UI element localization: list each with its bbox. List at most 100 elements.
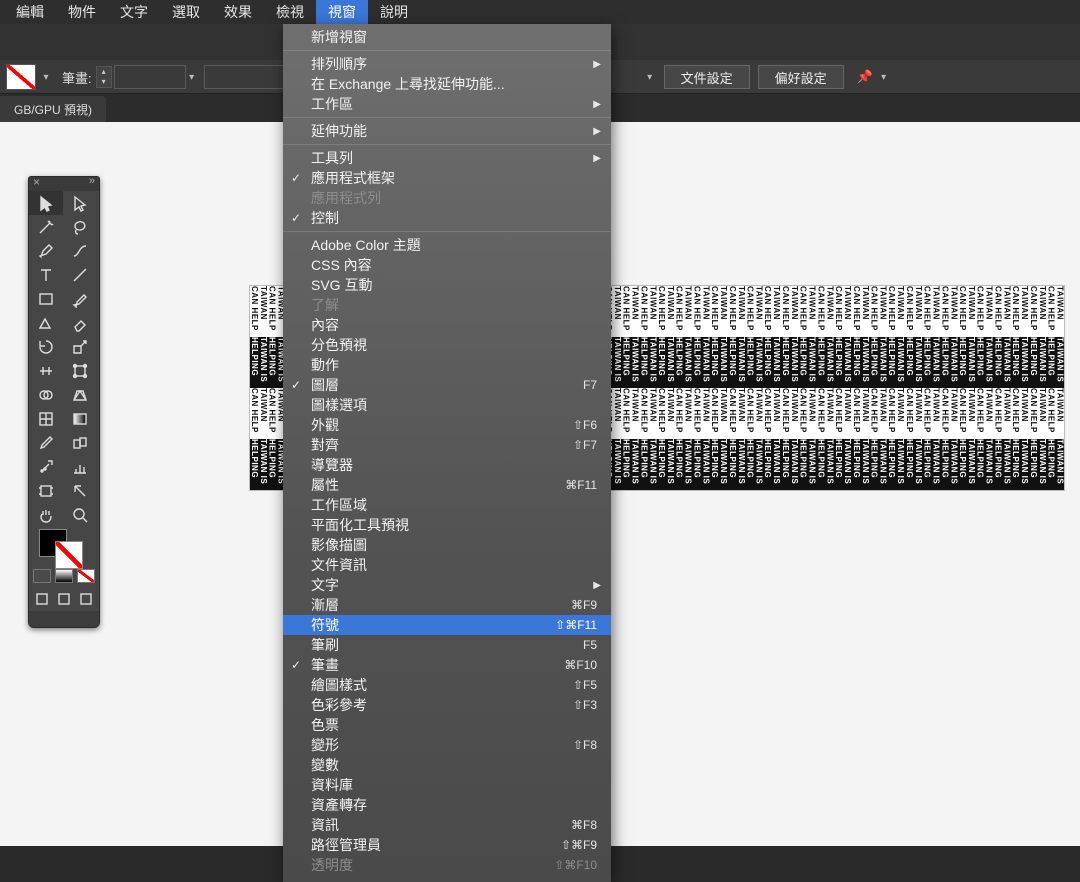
tool-width[interactable] bbox=[29, 359, 63, 383]
menu-item-延伸功能[interactable]: 延伸功能 bbox=[283, 121, 611, 141]
menu-item-動作[interactable]: 動作 bbox=[283, 355, 611, 375]
tool-mesh[interactable] bbox=[29, 407, 63, 431]
menu-item-屬性[interactable]: 屬性⌘F11 bbox=[283, 475, 611, 495]
menu-item-外觀[interactable]: 外觀⇧F6 bbox=[283, 415, 611, 435]
fill-dropdown-icon[interactable]: ▾ bbox=[40, 72, 52, 83]
fill-stroke-swatches[interactable] bbox=[29, 527, 99, 567]
tool-line[interactable] bbox=[63, 263, 97, 287]
mode-draw-normal[interactable] bbox=[31, 587, 53, 611]
color-mode-none[interactable] bbox=[77, 569, 95, 583]
menu-item-新增視窗[interactable]: 新增視窗 bbox=[283, 27, 611, 47]
tool-hand[interactable] bbox=[29, 503, 63, 527]
pattern-cell: TAIWAN IS HELPING bbox=[1011, 439, 1029, 490]
tool-type[interactable] bbox=[29, 263, 63, 287]
stroke-swatch[interactable] bbox=[55, 541, 83, 569]
tools-panel-header[interactable] bbox=[29, 177, 99, 191]
menu-item-排列順序[interactable]: 排列順序 bbox=[283, 54, 611, 74]
menu-item-SVG 互動[interactable]: SVG 互動 bbox=[283, 275, 611, 295]
menu-說明[interactable]: 說明 bbox=[368, 0, 420, 25]
menu-item-應用程式框架[interactable]: 應用程式框架 bbox=[283, 168, 611, 188]
menu-item-文字[interactable]: 文字 bbox=[283, 575, 611, 595]
tool-lasso[interactable] bbox=[63, 215, 97, 239]
menu-item-導覽器[interactable]: 導覽器 bbox=[283, 455, 611, 475]
menu-效果[interactable]: 效果 bbox=[212, 0, 264, 25]
pattern-cell: TAIWAN IS HELPING bbox=[905, 337, 923, 388]
tool-symbol-sprayer[interactable] bbox=[29, 455, 63, 479]
tool-graph[interactable] bbox=[63, 455, 97, 479]
tool-eyedropper[interactable] bbox=[29, 431, 63, 455]
menu-item-路徑管理員[interactable]: 路徑管理員⇧⌘F9 bbox=[283, 835, 611, 855]
more-dropdown-icon[interactable]: ▾ bbox=[878, 72, 890, 83]
menu-視窗[interactable]: 視窗 bbox=[316, 0, 368, 25]
document-tab[interactable]: GB/GPU 預視) bbox=[0, 96, 106, 122]
tool-gradient[interactable] bbox=[63, 407, 97, 431]
menu-item-色彩參考[interactable]: 色彩參考⇧F3 bbox=[283, 695, 611, 715]
menu-item-資訊[interactable]: 資訊⌘F8 bbox=[283, 815, 611, 835]
tool-paintbrush[interactable] bbox=[63, 287, 97, 311]
tool-magic-wand[interactable] bbox=[29, 215, 63, 239]
tool-rectangle[interactable] bbox=[29, 287, 63, 311]
menu-item-文件資訊[interactable]: 文件資訊 bbox=[283, 555, 611, 575]
menu-item-分色預視[interactable]: 分色預視 bbox=[283, 335, 611, 355]
menu-item-筆畫[interactable]: 筆畫⌘F10 bbox=[283, 655, 611, 675]
menu-item-影像描圖[interactable]: 影像描圖 bbox=[283, 535, 611, 555]
stroke-dropdown-icon[interactable]: ▾ bbox=[186, 72, 198, 83]
menu-選取[interactable]: 選取 bbox=[160, 0, 212, 25]
menu-item-繪圖樣式[interactable]: 繪圖樣式⇧F5 bbox=[283, 675, 611, 695]
menu-物件[interactable]: 物件 bbox=[56, 0, 108, 25]
menu-item-圖層[interactable]: 圖層F7 bbox=[283, 375, 611, 395]
fill-swatch-none[interactable] bbox=[6, 64, 36, 90]
menu-編輯[interactable]: 編輯 bbox=[4, 0, 56, 25]
menu-item-CSS 內容[interactable]: CSS 內容 bbox=[283, 255, 611, 275]
menu-item-平面化工具預視[interactable]: 平面化工具預視 bbox=[283, 515, 611, 535]
tool-pen[interactable] bbox=[29, 239, 63, 263]
menu-item-符號[interactable]: 符號⇧⌘F11 bbox=[283, 615, 611, 635]
menu-item-變數[interactable]: 變數 bbox=[283, 755, 611, 775]
tool-zoom[interactable] bbox=[63, 503, 97, 527]
menu-item-資產轉存[interactable]: 資產轉存 bbox=[283, 795, 611, 815]
color-mode-solid[interactable] bbox=[33, 569, 51, 583]
menu-item-控制[interactable]: 控制 bbox=[283, 208, 611, 228]
menu-檢視[interactable]: 檢視 bbox=[264, 0, 316, 25]
menu-item-工作區[interactable]: 工作區 bbox=[283, 94, 611, 114]
preferences-button[interactable]: 偏好設定 bbox=[758, 65, 844, 89]
tool-blend[interactable] bbox=[63, 431, 97, 455]
menu-item-資料庫[interactable]: 資料庫 bbox=[283, 775, 611, 795]
tool-selection[interactable] bbox=[29, 191, 63, 215]
pattern-cell: TAIWAN CAN HELP bbox=[905, 286, 923, 337]
menu-文字[interactable]: 文字 bbox=[108, 0, 160, 25]
tool-artboard[interactable] bbox=[29, 479, 63, 503]
tool-free-transform[interactable] bbox=[63, 359, 97, 383]
stroke-weight-field[interactable] bbox=[114, 65, 186, 89]
menu-item-工作區域[interactable]: 工作區域 bbox=[283, 495, 611, 515]
tool-shaper[interactable] bbox=[29, 311, 63, 335]
menu-item-圖樣選項[interactable]: 圖樣選項 bbox=[283, 395, 611, 415]
pin-icon[interactable]: 📌 bbox=[852, 66, 878, 88]
tool-direct-selection[interactable] bbox=[63, 191, 97, 215]
mode-draw-inside[interactable] bbox=[75, 587, 97, 611]
menu-item-對齊[interactable]: 對齊⇧F7 bbox=[283, 435, 611, 455]
color-mode-gradient[interactable] bbox=[55, 569, 73, 583]
menu-item-在 Exchange 上尋找延伸功能...[interactable]: 在 Exchange 上尋找延伸功能... bbox=[283, 74, 611, 94]
tool-perspective[interactable] bbox=[63, 383, 97, 407]
tool-shape-builder[interactable] bbox=[29, 383, 63, 407]
pattern-cell: TAIWAN CAN HELP bbox=[923, 286, 941, 337]
tool-rotate[interactable] bbox=[29, 335, 63, 359]
document-setup-button[interactable]: 文件設定 bbox=[664, 65, 750, 89]
tool-curvature[interactable] bbox=[63, 239, 97, 263]
menu-item-工具列[interactable]: 工具列 bbox=[283, 148, 611, 168]
menu-item-筆刷[interactable]: 筆刷F5 bbox=[283, 635, 611, 655]
pattern-cell: TAIWAN IS HELPING bbox=[887, 439, 905, 490]
align-dropdown-icon[interactable]: ▾ bbox=[644, 72, 656, 83]
tool-eraser[interactable] bbox=[63, 311, 97, 335]
tool-slice[interactable] bbox=[63, 479, 97, 503]
tool-scale[interactable] bbox=[63, 335, 97, 359]
menu-item-色票[interactable]: 色票 bbox=[283, 715, 611, 735]
stroke-weight-stepper[interactable]: ▴▾ bbox=[96, 66, 112, 88]
pattern-cell: TAIWAN CAN HELP bbox=[1047, 286, 1065, 337]
menu-item-Adobe Color 主題[interactable]: Adobe Color 主題 bbox=[283, 235, 611, 255]
menu-item-內容[interactable]: 內容 bbox=[283, 315, 611, 335]
mode-draw-behind[interactable] bbox=[53, 587, 75, 611]
menu-item-變形[interactable]: 變形⇧F8 bbox=[283, 735, 611, 755]
menu-item-漸層[interactable]: 漸層⌘F9 bbox=[283, 595, 611, 615]
